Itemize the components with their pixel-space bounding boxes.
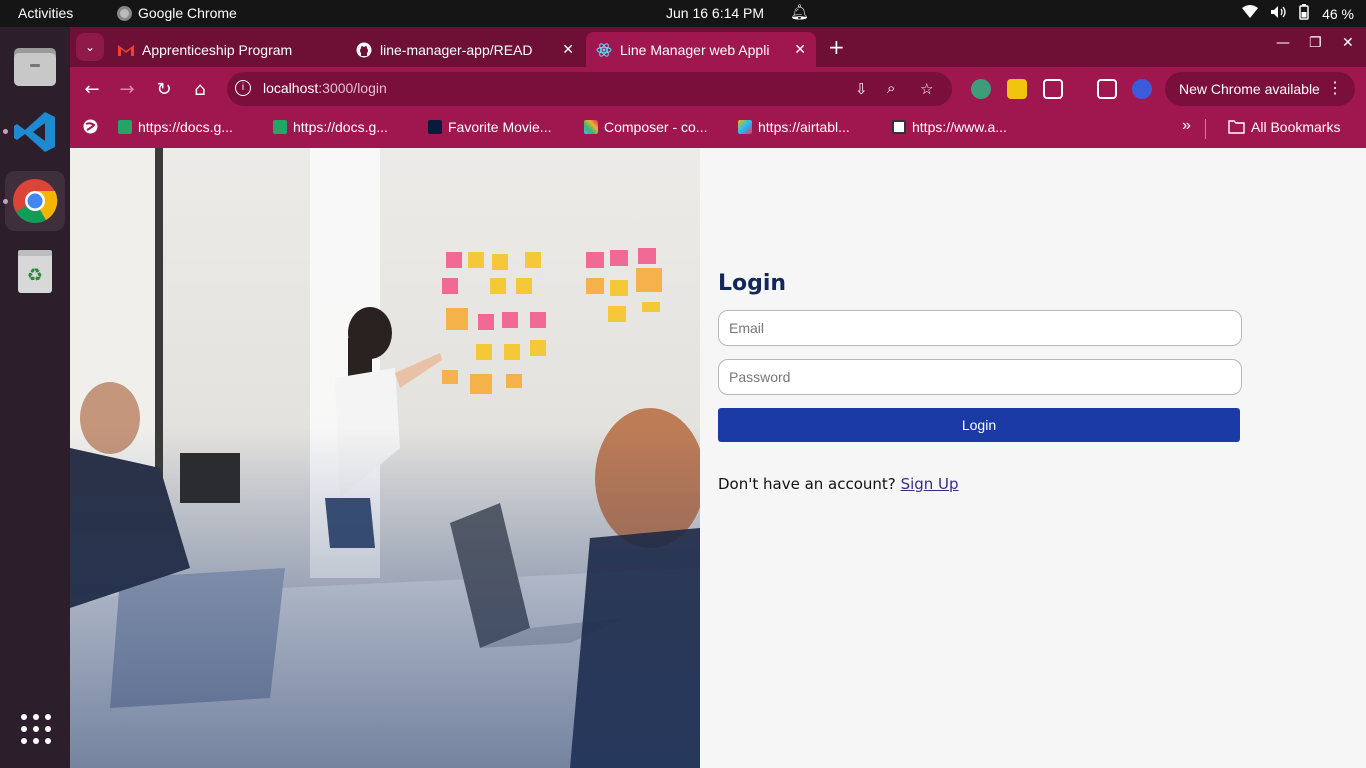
- tab-title: line-manager-app/READ: [380, 41, 533, 58]
- url-text[interactable]: localhost:3000/login: [263, 80, 387, 96]
- tab-title: Apprenticeship Program: [142, 41, 292, 58]
- battery-icon: [1298, 4, 1310, 23]
- battery-percent: 46 %: [1322, 5, 1354, 22]
- bookmark-item[interactable]: https://docs.g...: [118, 119, 233, 135]
- tab-gmail[interactable]: Apprenticeship Program: [108, 32, 340, 67]
- bookmark-item[interactable]: https://docs.g...: [273, 119, 388, 135]
- clock[interactable]: Jun 16 6:14 PM: [666, 5, 764, 21]
- new-tab-button[interactable]: +: [828, 35, 845, 59]
- trash-icon[interactable]: ♻: [5, 241, 65, 301]
- profile-avatar-icon[interactable]: [1132, 79, 1152, 99]
- bookmark-label: https://airtabl...: [758, 119, 850, 135]
- bookmark-label: https://www.a...: [912, 119, 1007, 135]
- show-apps-icon[interactable]: [20, 713, 52, 749]
- zoom-icon[interactable]: ⌕: [887, 80, 895, 97]
- tab-strip: ⌄ Apprenticeship Program line-manager-ap…: [70, 27, 1366, 67]
- react-icon: [596, 42, 612, 58]
- site-icon: [892, 120, 906, 134]
- window-close-icon[interactable]: ✕: [1342, 35, 1354, 51]
- chrome-small-icon: [117, 5, 132, 21]
- tab-search-button[interactable]: ⌄: [76, 33, 104, 61]
- site-info-icon[interactable]: i: [235, 80, 251, 96]
- close-icon[interactable]: ✕: [562, 41, 574, 58]
- bookmark-label: https://docs.g...: [293, 119, 388, 135]
- signup-prompt-text: Don't have an account?: [718, 475, 896, 493]
- bookmark-star-icon[interactable]: ☆: [920, 80, 933, 98]
- activities-button[interactable]: Activities: [18, 5, 73, 21]
- prime-icon: [428, 120, 442, 134]
- running-indicator: [3, 199, 8, 204]
- bookmark-item[interactable]: Composer - co...: [584, 119, 707, 135]
- sheets-icon: [273, 120, 287, 134]
- back-arrow-icon[interactable]: ←: [80, 77, 104, 101]
- tab-title: Line Manager web Appli: [620, 41, 770, 58]
- vscode-app-icon[interactable]: [5, 102, 65, 162]
- close-icon[interactable]: ✕: [794, 41, 806, 58]
- dock: ♻: [0, 27, 70, 768]
- svg-text:♻: ♻: [27, 265, 43, 286]
- new-chrome-label: New Chrome available: [1179, 81, 1320, 97]
- folder-icon: [1228, 120, 1245, 134]
- bookmark-label: Composer - co...: [604, 119, 708, 135]
- bookmark-apps-icon[interactable]: [83, 119, 98, 134]
- bookmark-item[interactable]: https://www.a...: [892, 119, 1007, 135]
- app-menu[interactable]: Google Chrome: [117, 5, 237, 21]
- extension-yellow-icon[interactable]: [1007, 79, 1027, 99]
- bookmark-item[interactable]: Favorite Movie...: [428, 119, 551, 135]
- extensions-puzzle-icon[interactable]: [1043, 79, 1063, 99]
- signup-prompt: Don't have an account? Sign Up: [718, 475, 1242, 493]
- airtable-icon: [738, 120, 752, 134]
- url-path: :3000/login: [318, 80, 387, 96]
- login-form: Login Login Don't have an account? Sign …: [718, 271, 1242, 493]
- home-icon[interactable]: ⌂: [188, 77, 212, 101]
- address-bar[interactable]: i localhost:3000/login ⇩ ⌕ ☆: [227, 72, 952, 106]
- signup-link[interactable]: Sign Up: [901, 475, 959, 493]
- login-button[interactable]: Login: [718, 408, 1240, 442]
- bookmarks-divider: [1205, 119, 1206, 139]
- forward-arrow-icon[interactable]: →: [115, 77, 139, 101]
- more-bookmarks-chevron-icon[interactable]: »: [1182, 117, 1191, 135]
- hero-image: [70, 148, 700, 768]
- new-chrome-available-button[interactable]: New Chrome available ⋮: [1165, 72, 1355, 106]
- password-field[interactable]: [718, 359, 1242, 395]
- system-top-bar: Activities Google Chrome Jun 16 6:14 PM …: [0, 0, 1366, 27]
- bookmarks-bar: https://docs.g... https://docs.g... Favo…: [70, 111, 1366, 148]
- notification-bell-icon[interactable]: 🔔︎: [790, 3, 809, 21]
- wifi-icon: [1242, 5, 1259, 22]
- chrome-window: ⌄ Apprenticeship Program line-manager-ap…: [70, 27, 1366, 768]
- chatgpt-extension-icon[interactable]: [971, 79, 991, 99]
- install-app-icon[interactable]: ⇩: [855, 80, 868, 98]
- all-bookmarks-label: All Bookmarks: [1251, 119, 1341, 135]
- tab-line-manager[interactable]: Line Manager web Appli ✕: [586, 32, 816, 67]
- side-panel-icon[interactable]: [1097, 79, 1117, 99]
- bookmark-label: https://docs.g...: [138, 119, 233, 135]
- email-field[interactable]: [718, 310, 1242, 346]
- login-title: Login: [718, 271, 787, 296]
- bookmark-item[interactable]: https://airtabl...: [738, 119, 850, 135]
- slack-icon: [584, 120, 598, 134]
- tab-github[interactable]: line-manager-app/READ ✕: [346, 32, 584, 67]
- restore-icon[interactable]: ❐: [1309, 35, 1322, 51]
- kebab-menu-icon[interactable]: ⋮: [1327, 78, 1343, 98]
- minimize-icon[interactable]: —: [1276, 35, 1290, 51]
- sheets-icon: [118, 120, 132, 134]
- bookmark-label: Favorite Movie...: [448, 119, 552, 135]
- chrome-app-icon[interactable]: [5, 171, 65, 231]
- login-page: Login Login Don't have an account? Sign …: [70, 148, 1366, 768]
- url-host: localhost: [263, 80, 319, 96]
- chevron-down-icon: ⌄: [84, 40, 96, 54]
- all-bookmarks-button[interactable]: All Bookmarks: [1228, 119, 1340, 135]
- system-tray[interactable]: 46 %: [1242, 4, 1354, 23]
- gmail-icon: [118, 42, 134, 58]
- volume-icon: [1270, 5, 1286, 22]
- app-name: Google Chrome: [138, 5, 237, 21]
- github-icon: [356, 42, 372, 58]
- files-app-icon[interactable]: [5, 36, 65, 96]
- reload-icon[interactable]: ↻: [152, 77, 176, 101]
- browser-toolbar: ← → ↻ ⌂ i localhost:3000/login ⇩ ⌕ ☆ New…: [70, 67, 1366, 111]
